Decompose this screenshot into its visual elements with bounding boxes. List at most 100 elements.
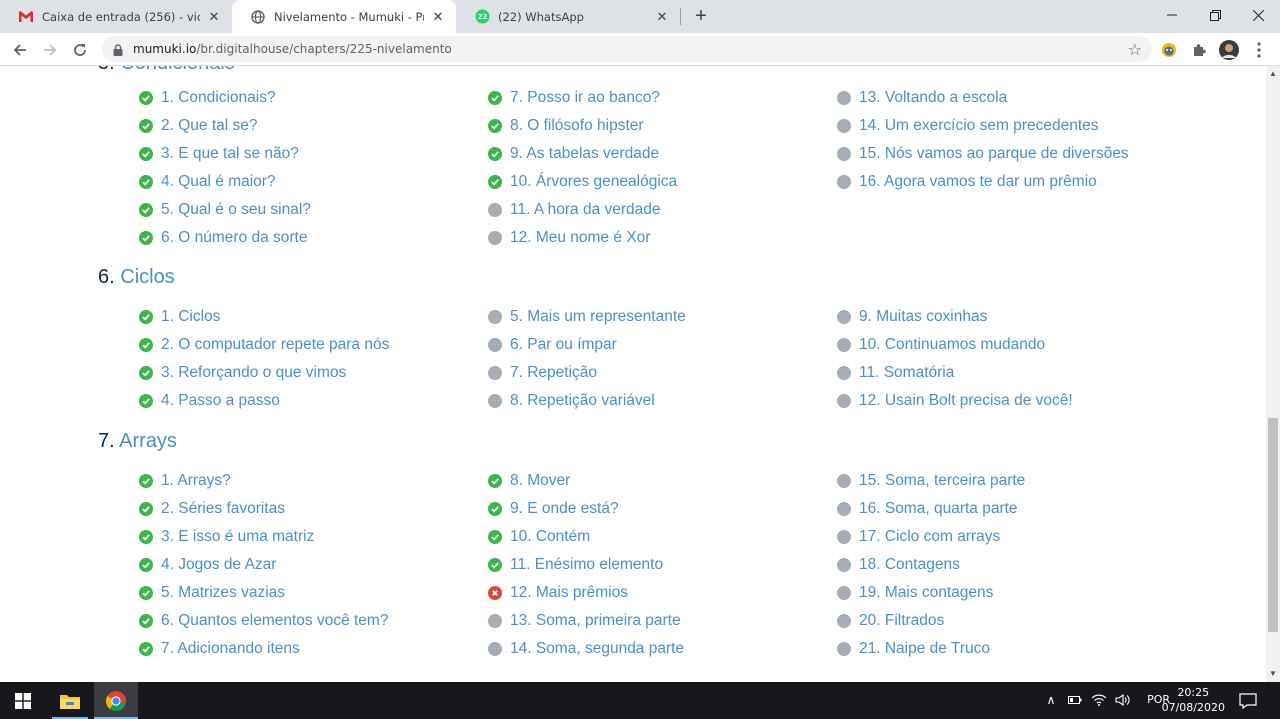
restore-button[interactable] bbox=[1193, 0, 1237, 30]
forward-button[interactable] bbox=[37, 37, 63, 63]
lesson-link[interactable]: 13. Voltando a escola bbox=[859, 89, 1007, 107]
lesson-link[interactable]: 15. Nós vamos ao parque de diversões bbox=[859, 145, 1129, 163]
lesson-item[interactable]: 8. Repetição variável bbox=[488, 391, 655, 411]
lesson-link[interactable]: 4. Jogos de Azar bbox=[161, 556, 276, 574]
lesson-item[interactable]: 2. O computador repete para nós bbox=[139, 335, 389, 355]
lesson-item[interactable]: 16. Soma, quarta parte bbox=[837, 499, 1018, 519]
lesson-link[interactable]: 2. O computador repete para nós bbox=[161, 336, 389, 354]
menu-kebab-icon[interactable] bbox=[1249, 40, 1269, 60]
lesson-link[interactable]: 8. O filósofo hipster bbox=[510, 117, 644, 135]
lesson-item[interactable]: 5. Mais um representante bbox=[488, 307, 686, 327]
lesson-item[interactable]: 16. Agora vamos te dar um prêmio bbox=[837, 172, 1097, 192]
lesson-item[interactable]: 12. Mais prêmios bbox=[488, 583, 628, 603]
lesson-item[interactable]: 14. Soma, segunda parte bbox=[488, 639, 684, 659]
lesson-item[interactable]: 21. Naipe de Truco bbox=[837, 639, 990, 659]
lesson-item[interactable]: 14. Um exercício sem precedentes bbox=[837, 116, 1099, 136]
lesson-item[interactable]: 18. Contagens bbox=[837, 555, 960, 575]
lesson-link[interactable]: 7. Repetição bbox=[510, 364, 597, 382]
lesson-link[interactable]: 2. Que tal se? bbox=[161, 117, 258, 135]
new-tab-button[interactable]: + bbox=[690, 5, 712, 27]
lesson-link[interactable]: 8. Repetição variável bbox=[510, 392, 655, 410]
lesson-link[interactable]: 12. Mais prêmios bbox=[510, 584, 628, 602]
lesson-item[interactable]: 11. A hora da verdade bbox=[488, 200, 661, 220]
lesson-item[interactable]: 19. Mais contagens bbox=[837, 583, 993, 603]
chrome-taskbar-button[interactable] bbox=[94, 682, 138, 719]
tab-whatsapp[interactable]: 22 (22) WhatsApp ✕ bbox=[456, 0, 680, 33]
lesson-item[interactable]: 10. Árvores genealógica bbox=[488, 172, 677, 192]
lesson-item[interactable]: 9. As tabelas verdade bbox=[488, 144, 659, 164]
lesson-link[interactable]: 16. Agora vamos te dar um prêmio bbox=[859, 173, 1097, 191]
lesson-link[interactable]: 20. Filtrados bbox=[859, 612, 944, 630]
start-button[interactable] bbox=[0, 682, 46, 719]
reload-button[interactable] bbox=[67, 37, 93, 63]
lesson-item[interactable]: 7. Posso ir ao banco? bbox=[488, 88, 660, 108]
lesson-link[interactable]: 13. Soma, primeira parte bbox=[510, 612, 681, 630]
lesson-item[interactable]: 11. Somatória bbox=[837, 363, 954, 383]
lesson-link[interactable]: 11. A hora da verdade bbox=[510, 201, 661, 219]
lesson-link[interactable]: 11. Somatória bbox=[859, 364, 954, 382]
lesson-item[interactable]: 8. O filósofo hipster bbox=[488, 116, 644, 136]
extension-avatar-icon[interactable] bbox=[1159, 40, 1179, 60]
lesson-item[interactable]: 13. Voltando a escola bbox=[837, 88, 1007, 108]
lesson-link[interactable]: 5. Qual é o seu sinal? bbox=[161, 201, 311, 219]
lesson-item[interactable]: 1. Condicionais? bbox=[139, 88, 276, 108]
lesson-item[interactable]: 15. Soma, terceira parte bbox=[837, 471, 1025, 491]
lesson-link[interactable]: 5. Matrizes vazias bbox=[161, 584, 285, 602]
lesson-item[interactable]: 20. Filtrados bbox=[837, 611, 944, 631]
lesson-item[interactable]: 1. Ciclos bbox=[139, 307, 220, 327]
lesson-item[interactable]: 7. Adicionando itens bbox=[139, 639, 300, 659]
lesson-link[interactable]: 3. E que tal se não? bbox=[161, 145, 299, 163]
system-clock[interactable]: 20:25 07/08/2020 bbox=[1162, 685, 1225, 715]
lesson-link[interactable]: 9. As tabelas verdade bbox=[510, 145, 659, 163]
lesson-item[interactable]: 10. Continuamos mudando bbox=[837, 335, 1045, 355]
lesson-link[interactable]: 14. Soma, segunda parte bbox=[510, 640, 684, 658]
lesson-link[interactable]: 10. Contém bbox=[510, 528, 590, 546]
battery-icon[interactable] bbox=[1067, 692, 1083, 708]
close-window-button[interactable] bbox=[1236, 0, 1280, 30]
lesson-item[interactable]: 4. Qual é maior? bbox=[139, 172, 276, 192]
lesson-link[interactable]: 1. Arrays? bbox=[161, 472, 231, 490]
tab-nivelamento[interactable]: Nivelamento - Mumuki - Prewor ✕ bbox=[232, 0, 456, 33]
lesson-item[interactable]: 5. Qual é o seu sinal? bbox=[139, 200, 311, 220]
notifications-icon[interactable] bbox=[1238, 691, 1258, 711]
lesson-item[interactable]: 9. Muitas coxinhas bbox=[837, 307, 987, 327]
lesson-link[interactable]: 7. Posso ir ao banco? bbox=[510, 89, 660, 107]
page-scrollbar[interactable]: ▲ ▼ bbox=[1266, 66, 1280, 682]
lesson-item[interactable]: 1. Arrays? bbox=[139, 471, 231, 491]
lesson-link[interactable]: 5. Mais um representante bbox=[510, 308, 686, 326]
chapter-name[interactable]: Ciclos bbox=[120, 266, 174, 288]
lesson-link[interactable]: 3. E isso é uma matriz bbox=[161, 528, 314, 546]
chapter-name[interactable]: Arrays bbox=[119, 430, 177, 452]
lesson-item[interactable]: 3. Reforçando o que vimos bbox=[139, 363, 346, 383]
bookmark-star-icon[interactable]: ☆ bbox=[1128, 40, 1142, 60]
lesson-item[interactable]: 5. Matrizes vazias bbox=[139, 583, 285, 603]
extensions-puzzle-icon[interactable] bbox=[1189, 40, 1209, 60]
lesson-link[interactable]: 2. Séries favoritas bbox=[161, 500, 285, 518]
lesson-link[interactable]: 17. Ciclo com arrays bbox=[859, 528, 1000, 546]
lesson-item[interactable]: 6. Par ou ímpar bbox=[488, 335, 617, 355]
lesson-item[interactable]: 9. E onde está? bbox=[488, 499, 619, 519]
minimize-button[interactable] bbox=[1150, 0, 1194, 30]
wifi-icon[interactable] bbox=[1091, 692, 1107, 708]
lesson-link[interactable]: 4. Passo a passo bbox=[161, 392, 280, 410]
lesson-link[interactable]: 1. Ciclos bbox=[161, 308, 220, 326]
lesson-item[interactable]: 17. Ciclo com arrays bbox=[837, 527, 1000, 547]
lesson-item[interactable]: 13. Soma, primeira parte bbox=[488, 611, 681, 631]
lesson-link[interactable]: 10. Continuamos mudando bbox=[859, 336, 1045, 354]
lesson-link[interactable]: 19. Mais contagens bbox=[859, 584, 993, 602]
back-button[interactable] bbox=[7, 37, 33, 63]
lesson-link[interactable]: 7. Adicionando itens bbox=[161, 640, 300, 658]
lesson-link[interactable]: 18. Contagens bbox=[859, 556, 960, 574]
lesson-item[interactable]: 6. O número da sorte bbox=[139, 228, 307, 248]
lesson-link[interactable]: 8. Mover bbox=[510, 472, 570, 490]
lesson-link[interactable]: 9. E onde está? bbox=[510, 500, 619, 518]
lesson-item[interactable]: 12. Meu nome é Xor bbox=[488, 228, 650, 248]
lesson-item[interactable]: 7. Repetição bbox=[488, 363, 597, 383]
lesson-item[interactable]: 6. Quantos elementos você tem? bbox=[139, 611, 388, 631]
lesson-link[interactable]: 10. Árvores genealógica bbox=[510, 173, 677, 191]
tab-gmail[interactable]: Caixa de entrada (256) - victorbs ✕ bbox=[0, 0, 232, 33]
lesson-item[interactable]: 3. E que tal se não? bbox=[139, 144, 299, 164]
lesson-link[interactable]: 6. Quantos elementos você tem? bbox=[161, 612, 388, 630]
lesson-item[interactable]: 10. Contém bbox=[488, 527, 590, 547]
lesson-link[interactable]: 12. Meu nome é Xor bbox=[510, 229, 650, 247]
